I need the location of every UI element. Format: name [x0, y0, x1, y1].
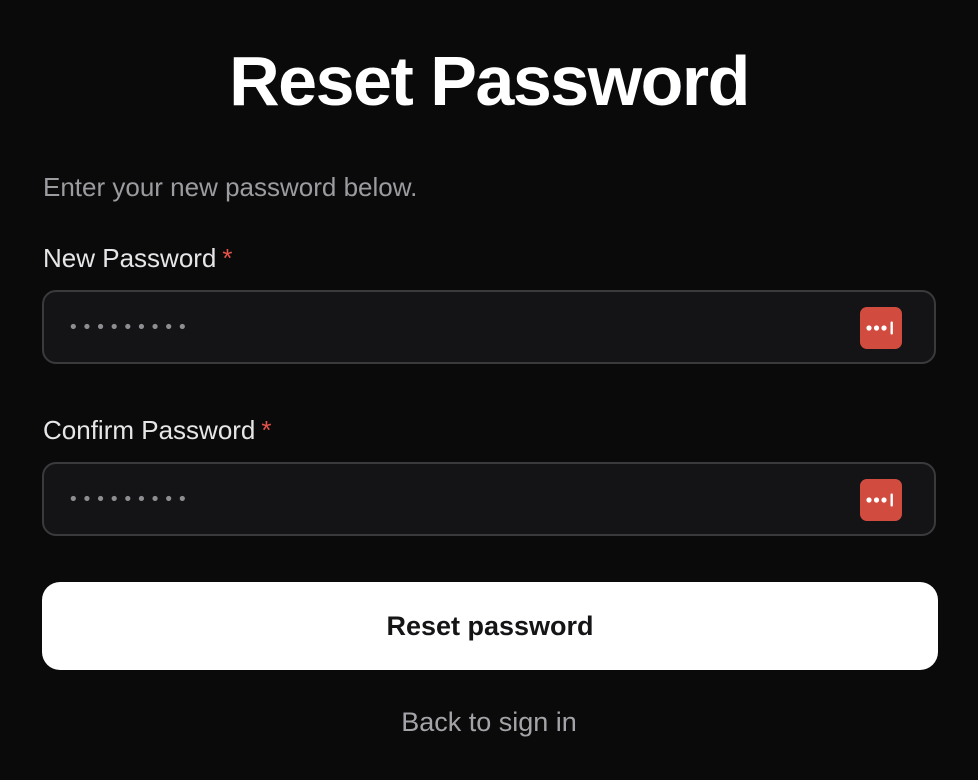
page-title: Reset Password	[229, 42, 750, 120]
password-manager-icon[interactable]	[860, 307, 902, 349]
reset-password-button[interactable]: Reset password	[42, 582, 938, 670]
back-to-sign-in-link[interactable]: Back to sign in	[0, 704, 978, 740]
required-asterisk: *	[222, 243, 233, 273]
new-password-input[interactable]	[68, 292, 848, 362]
confirm-password-field	[42, 462, 936, 536]
dots-cursor-icon	[866, 493, 893, 507]
required-asterisk: *	[261, 415, 272, 445]
password-manager-icon[interactable]	[860, 479, 902, 521]
new-password-field	[42, 290, 936, 364]
dots-cursor-icon	[866, 321, 893, 335]
page-subtitle: Enter your new password below.	[43, 172, 418, 202]
new-password-label: New Password *	[43, 241, 233, 275]
new-password-label-text: New Password	[43, 243, 217, 273]
confirm-password-label-text: Confirm Password	[43, 415, 256, 445]
confirm-password-label: Confirm Password *	[43, 413, 272, 447]
confirm-password-input[interactable]	[68, 464, 848, 534]
